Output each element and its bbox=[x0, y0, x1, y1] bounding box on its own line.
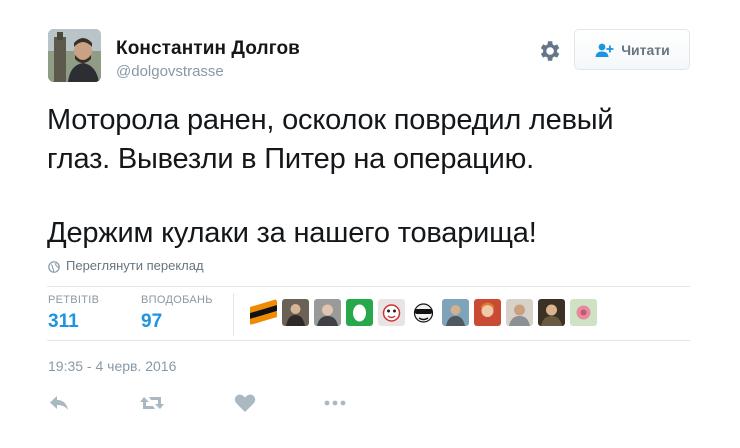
liker-avatar[interactable] bbox=[250, 299, 277, 326]
author-handle[interactable]: @dolgovstrasse bbox=[116, 63, 224, 80]
retweets-count: 311 bbox=[48, 311, 79, 332]
liker-avatar[interactable] bbox=[474, 299, 501, 326]
liker-avatar[interactable] bbox=[378, 299, 405, 326]
divider bbox=[47, 340, 690, 341]
liker-avatars bbox=[250, 299, 597, 326]
heart-icon[interactable] bbox=[232, 391, 258, 415]
retweets-label: РЕТВІТІВ bbox=[48, 294, 100, 306]
tweet-text-line: Держим кулаки за нашего товарища! bbox=[47, 217, 537, 249]
liker-avatar[interactable] bbox=[346, 299, 373, 326]
tweet-text: Моторола ранен, осколок повредил левый г… bbox=[47, 101, 707, 253]
gear-icon[interactable] bbox=[536, 38, 562, 64]
follow-button[interactable]: Читати bbox=[574, 29, 690, 70]
liker-avatar[interactable] bbox=[410, 299, 437, 326]
divider bbox=[47, 286, 690, 287]
translate-link[interactable]: Переглянути переклад bbox=[48, 258, 204, 273]
liker-avatar[interactable] bbox=[282, 299, 309, 326]
author-avatar[interactable] bbox=[48, 29, 101, 82]
author-name[interactable]: Константин Долгов bbox=[116, 38, 300, 60]
retweet-icon[interactable] bbox=[139, 391, 165, 415]
likes-count: 97 bbox=[141, 311, 163, 332]
tweet-text-line: Моторола ранен, осколок повредил левый bbox=[47, 104, 614, 136]
reply-icon[interactable] bbox=[46, 391, 72, 415]
add-user-icon bbox=[594, 42, 614, 58]
stats-separator bbox=[233, 293, 234, 336]
translate-label: Переглянути переклад bbox=[66, 258, 204, 273]
likes-stat[interactable]: ВПОДОБАНЬ 97 bbox=[141, 294, 213, 333]
likes-label: ВПОДОБАНЬ bbox=[141, 294, 213, 306]
liker-avatar[interactable] bbox=[570, 299, 597, 326]
tweet-text-line: глаз. Вывезли в Питер на операцию. bbox=[47, 143, 534, 175]
liker-avatar[interactable] bbox=[442, 299, 469, 326]
liker-avatar[interactable] bbox=[506, 299, 533, 326]
liker-avatar[interactable] bbox=[314, 299, 341, 326]
follow-button-label: Читати bbox=[621, 41, 670, 58]
tweet-card: Константин Долгов @dolgovstrasse Читати … bbox=[0, 0, 740, 448]
more-icon[interactable] bbox=[322, 391, 348, 415]
retweets-stat[interactable]: РЕТВІТІВ 311 bbox=[48, 294, 99, 333]
globe-icon bbox=[48, 260, 60, 273]
liker-avatar[interactable] bbox=[538, 299, 565, 326]
tweet-timestamp[interactable]: 19:35 - 4 черв. 2016 bbox=[48, 358, 176, 374]
